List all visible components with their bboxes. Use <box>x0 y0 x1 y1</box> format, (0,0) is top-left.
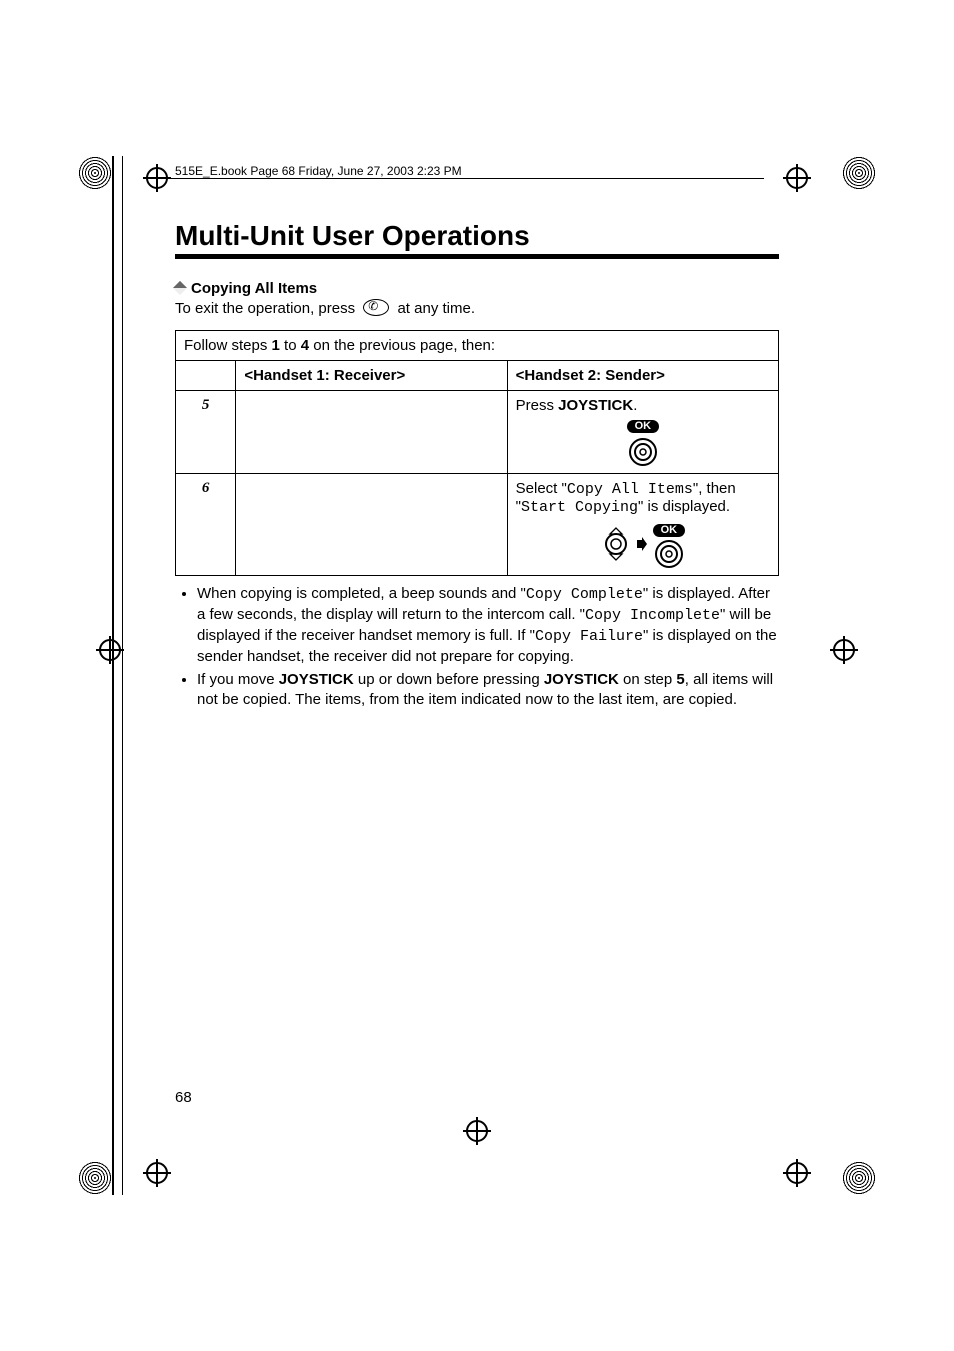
registration-mark-icon <box>842 156 876 190</box>
page-number: 68 <box>175 1089 192 1106</box>
steps-table: Follow steps 1 to 4 on the previous page… <box>175 330 779 576</box>
crop-line <box>165 178 764 179</box>
crosshair-icon <box>96 636 124 664</box>
crosshair-icon <box>143 164 171 192</box>
diamond-icon <box>173 281 187 295</box>
copy-incomplete-label: Copy Incomplete <box>585 607 720 624</box>
title-rule <box>175 254 779 259</box>
step-ref-4: 4 <box>301 337 309 354</box>
crop-line <box>122 156 123 1195</box>
joystick-label: JOYSTICK <box>279 671 354 688</box>
exit-text-pre: To exit the operation, press <box>175 300 359 317</box>
joystick-label: JOYSTICK <box>558 397 633 414</box>
note-item: When copying is completed, a beep sounds… <box>197 584 779 668</box>
hangup-button-icon: ✆ <box>363 299 389 316</box>
text: . <box>633 397 637 414</box>
step-ref-5: 5 <box>676 671 684 688</box>
registration-mark-icon <box>842 1161 876 1195</box>
step-ref-1: 1 <box>272 337 280 354</box>
copy-failure-label: Copy Failure <box>535 628 643 645</box>
ok-badge: OK <box>653 524 686 537</box>
text: Follow steps <box>184 337 272 354</box>
section-heading-text: Copying All Items <box>191 280 317 297</box>
text: up or down before pressing <box>354 671 544 688</box>
text: Select " <box>516 480 567 497</box>
page-title: Multi-Unit User Operations <box>175 220 779 252</box>
exit-text-post: at any time. <box>397 300 475 317</box>
text: " is displayed. <box>638 498 730 515</box>
crosshair-icon <box>783 164 811 192</box>
blank-header <box>176 360 236 390</box>
arrow-right-icon <box>637 537 647 551</box>
registration-mark-icon <box>78 156 112 190</box>
note-item: If you move JOYSTICK up or down before p… <box>197 670 779 711</box>
joystick-icon <box>628 437 658 467</box>
joystick-label: JOYSTICK <box>544 671 619 688</box>
step-number-5: 5 <box>176 390 236 473</box>
column-header-receiver: <Handset 1: Receiver> <box>236 360 507 390</box>
step5-receiver-cell <box>236 390 507 473</box>
text: Press <box>516 397 559 414</box>
notes-list: When copying is completed, a beep sounds… <box>175 584 779 711</box>
text: on the previous page, then: <box>309 337 495 354</box>
book-header: 515E_E.book Page 68 Friday, June 27, 200… <box>175 164 462 178</box>
text: on step <box>619 671 677 688</box>
copy-complete-label: Copy Complete <box>526 586 643 603</box>
step6-receiver-cell <box>236 473 507 575</box>
crosshair-icon <box>783 1159 811 1187</box>
crosshair-icon <box>830 636 858 664</box>
follow-steps-row: Follow steps 1 to 4 on the previous page… <box>176 330 779 360</box>
text: If you move <box>197 671 279 688</box>
crosshair-icon <box>143 1159 171 1187</box>
page-content: Multi-Unit User Operations Copying All I… <box>175 220 779 1151</box>
copy-all-items-label: Copy All Items <box>567 481 693 498</box>
crop-line <box>112 156 114 1195</box>
ok-badge: OK <box>627 420 660 433</box>
section-heading: Copying All Items <box>175 279 779 299</box>
text: When copying is completed, a beep sounds… <box>197 585 526 602</box>
step6-sender-cell: Select "Copy All Items", then "Start Cop… <box>507 473 778 575</box>
start-copying-label: Start Copying <box>521 499 638 516</box>
step-number-6: 6 <box>176 473 236 575</box>
column-header-sender: <Handset 2: Sender> <box>507 360 778 390</box>
registration-mark-icon <box>78 1161 112 1195</box>
text: to <box>280 337 301 354</box>
joystick-icon <box>654 539 684 569</box>
step5-sender-cell: Press JOYSTICK. OK <box>507 390 778 473</box>
joystick-updown-icon <box>601 527 631 561</box>
exit-instruction: To exit the operation, press ✆ at any ti… <box>175 299 779 319</box>
